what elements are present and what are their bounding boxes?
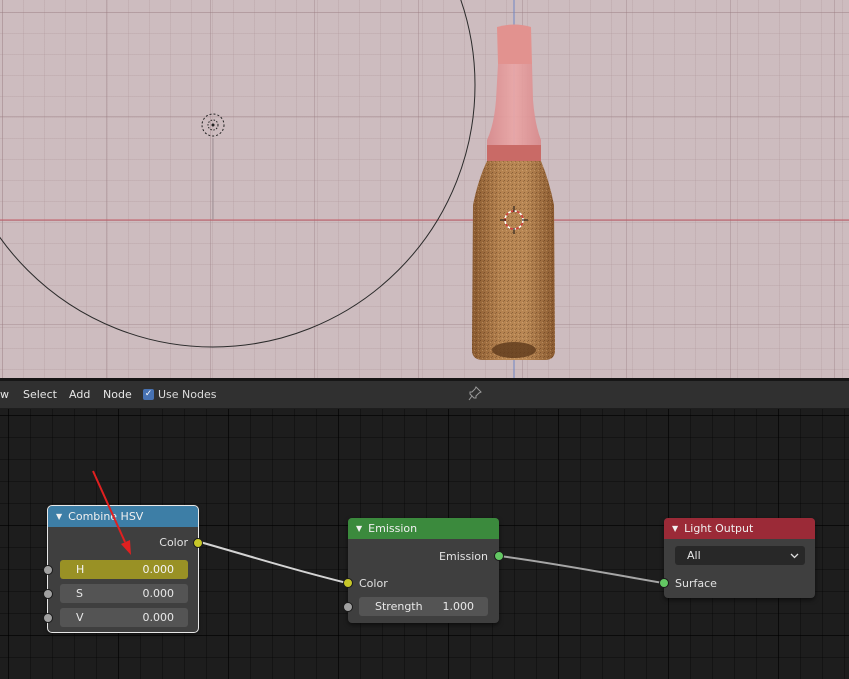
emission-color-label: Color	[359, 577, 388, 590]
bottle-object	[472, 24, 555, 360]
target-select[interactable]: All	[675, 546, 805, 565]
emission-title: Emission	[368, 522, 418, 535]
h-field[interactable]: H 0.000	[60, 560, 188, 579]
triangle-down-icon[interactable]: ▼	[356, 524, 362, 533]
surface-label: Surface	[675, 577, 717, 590]
v-input-socket[interactable]	[43, 613, 53, 623]
s-field[interactable]: S 0.000	[60, 584, 188, 603]
node-editor-canvas[interactable]: ▼ Combine HSV Color H 0.000 S 0.000 V 0.…	[0, 409, 849, 679]
combine-hsv-node[interactable]: ▼ Combine HSV Color H 0.000 S 0.000 V 0.…	[43, 505, 203, 633]
h-value: 0.000	[142, 563, 175, 576]
menu-select[interactable]: Select	[23, 388, 57, 401]
link-emission-to-surface	[499, 555, 664, 584]
v-field[interactable]: V 0.000	[60, 608, 188, 627]
light-radius-circle	[0, 0, 476, 348]
use-nodes-label: Use Nodes	[158, 388, 217, 401]
target-value: All	[687, 549, 701, 562]
menu-view-fragment[interactable]: w	[0, 388, 9, 401]
surface-input-socket[interactable]	[659, 578, 669, 588]
v-value: 0.000	[142, 611, 175, 624]
h-input-socket[interactable]	[43, 565, 53, 575]
strength-field[interactable]: Strength 1.000	[359, 597, 488, 616]
emission-node[interactable]: ▼ Emission Emission Color Strength 1.000	[343, 518, 504, 623]
emission-output-label: Emission	[439, 550, 488, 563]
light-output-header[interactable]: ▼ Light Output	[664, 518, 815, 539]
pin-icon[interactable]	[468, 386, 482, 402]
menu-add[interactable]: Add	[69, 388, 90, 401]
s-value: 0.000	[142, 587, 175, 600]
emission-color-input-socket[interactable]	[343, 578, 353, 588]
strength-value: 1.000	[442, 600, 475, 613]
emission-header[interactable]: ▼ Emission	[348, 518, 499, 539]
s-label: S	[76, 587, 83, 600]
emission-output-socket[interactable]	[494, 551, 504, 561]
link-color-to-color	[199, 541, 348, 584]
light-output-node[interactable]: ▼ Light Output All Surface	[659, 518, 815, 598]
strength-label: Strength	[375, 600, 423, 613]
checkmark-icon[interactable]: ✓	[143, 389, 154, 400]
light-object-icon	[201, 113, 225, 137]
s-input-socket[interactable]	[43, 589, 53, 599]
combine-hsv-header[interactable]: ▼ Combine HSV	[48, 506, 198, 527]
combine-hsv-output-label: Color	[159, 536, 188, 549]
use-nodes-toggle[interactable]: ✓ Use Nodes	[143, 388, 217, 401]
strength-input-socket[interactable]	[343, 602, 353, 612]
chevron-down-icon	[790, 553, 799, 558]
v-label: V	[76, 611, 84, 624]
viewport-scene	[0, 0, 849, 380]
3d-viewport[interactable]	[0, 0, 849, 380]
h-label: H	[76, 563, 85, 576]
combine-hsv-title: Combine HSV	[68, 510, 144, 523]
node-editor-header: w Select Add Node ✓ Use Nodes	[0, 381, 849, 409]
light-output-title: Light Output	[684, 522, 754, 535]
menu-node[interactable]: Node	[103, 388, 132, 401]
triangle-down-icon[interactable]: ▼	[56, 512, 62, 521]
combine-hsv-color-output-socket[interactable]	[193, 538, 203, 548]
triangle-down-icon[interactable]: ▼	[672, 524, 678, 533]
